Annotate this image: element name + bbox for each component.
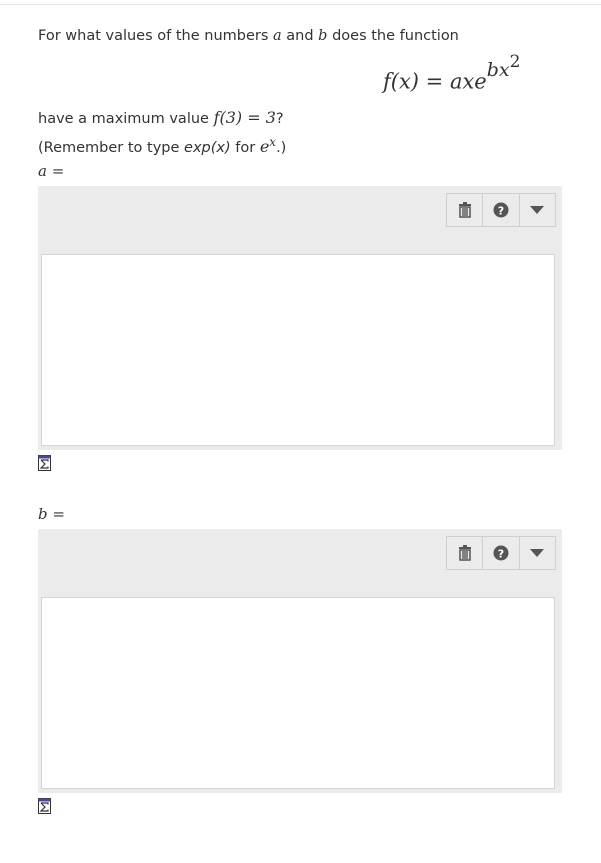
var-a: a [273, 28, 282, 44]
intro-text-2: does the function [327, 28, 459, 44]
trash-icon [458, 202, 471, 218]
question-hint: (Remember to type exp(x) for ex.) [38, 135, 286, 156]
top-divider [0, 4, 601, 5]
help-icon: ? [493, 545, 509, 561]
max-value-text: have a maximum value [38, 111, 214, 127]
question-max-value: have a maximum value f(3) = 3? [38, 108, 284, 127]
hint-text-1: (Remember to type [38, 139, 185, 156]
max-value-math: f(3) = 3 [213, 108, 276, 127]
answer-a-label: a = [38, 162, 65, 180]
equation-editor-icon[interactable] [38, 798, 51, 814]
clear-button[interactable] [447, 537, 484, 569]
formula-lhs: f(x) = axe [383, 69, 487, 94]
help-icon: ? [493, 202, 509, 218]
more-options-dropdown[interactable] [520, 194, 555, 226]
max-value-suffix: ? [275, 111, 284, 127]
answer-b-label: b = [38, 505, 65, 523]
dropdown-icon [530, 206, 545, 214]
answer-b-toolbar: ? [446, 536, 556, 570]
answer-b-editor: ? [38, 529, 562, 793]
answer-b-input[interactable] [41, 597, 555, 789]
intro-text-and: and [281, 28, 319, 44]
intro-text-1: For what values of the numbers [38, 28, 274, 44]
formula-exponent-power: 2 [509, 52, 521, 72]
dropdown-icon [530, 549, 545, 557]
svg-text:?: ? [498, 205, 504, 218]
help-button[interactable]: ? [483, 194, 520, 226]
hint-math-base: e [259, 136, 270, 156]
hint-code: exp(x) [184, 139, 231, 156]
answer-a-input[interactable] [41, 254, 555, 446]
question-intro: For what values of the numbers a and b d… [38, 28, 459, 44]
formula-exponent: bx [486, 59, 510, 82]
hint-text-3: .) [276, 139, 287, 156]
equation-editor-icon[interactable] [38, 455, 51, 471]
clear-button[interactable] [447, 194, 484, 226]
svg-text:?: ? [498, 548, 504, 561]
more-options-dropdown[interactable] [520, 537, 555, 569]
hint-text-2: for [230, 139, 260, 156]
help-button[interactable]: ? [483, 537, 520, 569]
function-formula: f(x) = axebx2 [383, 52, 520, 94]
trash-icon [458, 545, 471, 561]
answer-a-editor: ? [38, 186, 562, 450]
answer-a-toolbar: ? [446, 193, 556, 227]
